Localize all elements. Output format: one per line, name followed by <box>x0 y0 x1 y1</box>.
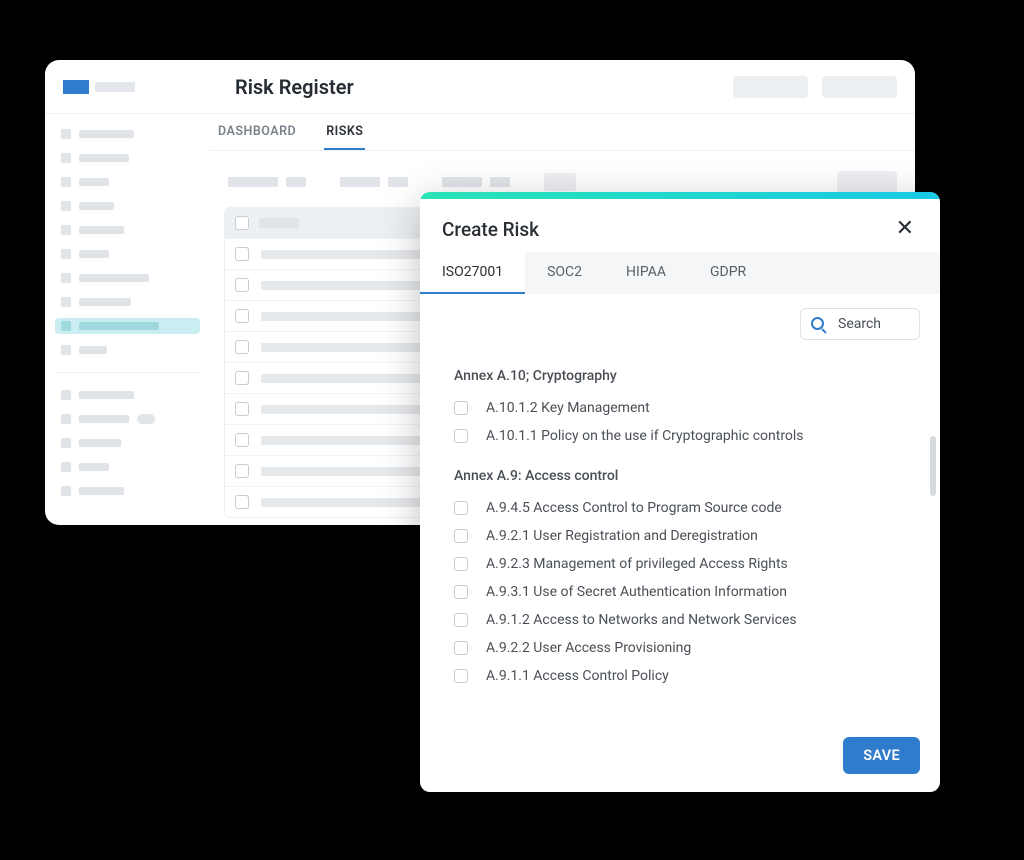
modal-title: Create Risk <box>442 218 539 241</box>
control-checkbox[interactable] <box>454 501 468 515</box>
tab-hipaa[interactable]: HIPAA <box>604 252 688 294</box>
sidebar-item[interactable] <box>55 342 200 358</box>
row-checkbox[interactable] <box>235 464 249 478</box>
sidebar-item[interactable] <box>55 294 200 310</box>
control-checkbox[interactable] <box>454 641 468 655</box>
sidebar <box>45 114 210 525</box>
control-item[interactable]: A.9.2.1 User Registration and Deregistra… <box>454 522 914 550</box>
sidebar-divider <box>55 372 200 373</box>
sidebar-item[interactable] <box>55 483 200 499</box>
select-all-checkbox[interactable] <box>235 216 249 230</box>
control-label: A.9.2.1 User Registration and Deregistra… <box>486 528 758 544</box>
control-label: A.9.2.3 Management of privileged Access … <box>486 556 788 572</box>
search-label: Search <box>838 316 881 332</box>
row-checkbox[interactable] <box>235 340 249 354</box>
search-input[interactable]: Search <box>800 308 920 340</box>
sidebar-item[interactable] <box>55 246 200 262</box>
create-risk-modal: Create Risk ✕ ISO27001 SOC2 HIPAA GDPR S… <box>420 192 940 792</box>
logo-icon <box>63 80 89 94</box>
row-checkbox[interactable] <box>235 433 249 447</box>
sidebar-item[interactable] <box>55 270 200 286</box>
row-checkbox[interactable] <box>235 247 249 261</box>
tab-gdpr[interactable]: GDPR <box>688 252 768 294</box>
filter-placeholder[interactable] <box>228 177 306 187</box>
row-checkbox[interactable] <box>235 371 249 385</box>
main-topbar: Risk Register <box>45 60 915 114</box>
control-item[interactable]: A.9.4.5 Access Control to Program Source… <box>454 494 914 522</box>
modal-header: Create Risk ✕ <box>420 192 940 252</box>
control-item[interactable]: A.9.2.3 Management of privileged Access … <box>454 550 914 578</box>
control-label: A.10.1.2 Key Management <box>486 400 650 416</box>
logo-text-placeholder <box>95 82 135 92</box>
control-item[interactable]: A.9.1.2 Access to Networks and Network S… <box>454 606 914 634</box>
control-item[interactable]: A.10.1.1 Policy on the use if Cryptograp… <box>454 422 914 450</box>
control-checkbox[interactable] <box>454 613 468 627</box>
modal-body: Annex A.10; Cryptography A.10.1.2 Key Man… <box>420 346 940 722</box>
sidebar-item[interactable] <box>55 198 200 214</box>
tab-soc2[interactable]: SOC2 <box>525 252 604 294</box>
control-label: A.9.2.2 User Access Provisioning <box>486 640 691 656</box>
control-group-title: Annex A.9: Access control <box>454 468 914 484</box>
topbar-placeholder-button[interactable] <box>822 76 897 98</box>
filter-placeholder[interactable] <box>544 173 576 191</box>
control-label: A.9.4.5 Access Control to Program Source… <box>486 500 782 516</box>
page-title: Risk Register <box>235 75 354 99</box>
modal-footer: SAVE <box>420 722 940 792</box>
sidebar-item-selected[interactable] <box>55 318 200 334</box>
modal-tabs: ISO27001 SOC2 HIPAA GDPR <box>420 252 940 294</box>
main-tabs: DASHBOARD RISKS <box>210 114 915 151</box>
control-group-title: Annex A.10; Cryptography <box>454 368 914 384</box>
close-icon[interactable]: ✕ <box>892 216 918 242</box>
control-checkbox[interactable] <box>454 429 468 443</box>
row-checkbox[interactable] <box>235 495 249 509</box>
action-button-placeholder[interactable] <box>837 171 897 193</box>
sidebar-item[interactable] <box>55 411 200 427</box>
control-label: A.10.1.1 Policy on the use if Cryptograp… <box>486 428 804 444</box>
control-checkbox[interactable] <box>454 557 468 571</box>
control-item[interactable]: A.9.1.1 Access Control Policy <box>454 662 914 690</box>
sidebar-item[interactable] <box>55 174 200 190</box>
sidebar-item[interactable] <box>55 387 200 403</box>
control-label: A.9.3.1 Use of Secret Authentication Inf… <box>486 584 787 600</box>
filter-placeholder[interactable] <box>442 177 510 187</box>
control-checkbox[interactable] <box>454 585 468 599</box>
control-checkbox[interactable] <box>454 529 468 543</box>
row-checkbox[interactable] <box>235 402 249 416</box>
tab-risks[interactable]: RISKS <box>324 114 365 150</box>
control-item[interactable]: A.10.1.2 Key Management <box>454 394 914 422</box>
filter-placeholder[interactable] <box>340 177 408 187</box>
topbar-placeholder-button[interactable] <box>733 76 808 98</box>
row-checkbox[interactable] <box>235 309 249 323</box>
control-checkbox[interactable] <box>454 401 468 415</box>
control-checkbox[interactable] <box>454 669 468 683</box>
sidebar-item[interactable] <box>55 435 200 451</box>
sidebar-item[interactable] <box>55 126 200 142</box>
control-label: A.9.1.1 Access Control Policy <box>486 668 669 684</box>
control-item[interactable]: A.9.2.2 User Access Provisioning <box>454 634 914 662</box>
sidebar-item[interactable] <box>55 459 200 475</box>
tab-dashboard[interactable]: DASHBOARD <box>216 114 298 150</box>
sidebar-item[interactable] <box>55 222 200 238</box>
search-icon <box>811 317 826 332</box>
control-label: A.9.1.2 Access to Networks and Network S… <box>486 612 797 628</box>
scrollbar-thumb[interactable] <box>930 436 936 496</box>
sidebar-item[interactable] <box>55 150 200 166</box>
control-item[interactable]: A.9.3.1 Use of Secret Authentication Inf… <box>454 578 914 606</box>
row-checkbox[interactable] <box>235 278 249 292</box>
tab-iso27001[interactable]: ISO27001 <box>420 252 525 294</box>
save-button[interactable]: SAVE <box>843 737 920 774</box>
